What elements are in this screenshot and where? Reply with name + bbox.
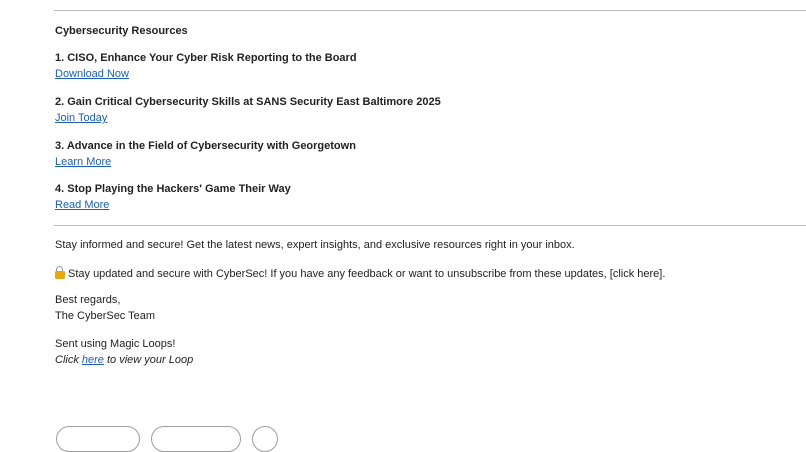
- stay-informed-text: Stay informed and secure! Get the latest…: [55, 239, 575, 251]
- view-loop-link[interactable]: here: [82, 354, 104, 366]
- view-loop-line: Click here to view your Loop: [55, 354, 194, 366]
- resources-heading: Cybersecurity Resources: [55, 25, 188, 37]
- team-signature: The CyberSec Team: [55, 310, 156, 322]
- download-now-link[interactable]: Download Now: [55, 68, 129, 80]
- updates-notice: Stay updated and secure with CyberSec! I…: [55, 266, 665, 281]
- read-more-link[interactable]: Read More: [55, 199, 109, 211]
- section-divider: [54, 225, 806, 226]
- sent-using-text: Sent using Magic Loops!: [55, 338, 176, 350]
- updates-notice-text: Stay updated and secure with CyberSec! I…: [68, 268, 666, 280]
- join-today-link[interactable]: Join Today: [55, 112, 107, 124]
- resource-title-1: 1. CISO, Enhance Your Cyber Risk Reporti…: [55, 52, 357, 64]
- resource-title-3: 3. Advance in the Field of Cybersecurity…: [55, 140, 356, 152]
- resource-title-2: 2. Gain Critical Cybersecurity Skills at…: [55, 96, 441, 108]
- resource-title-4: 4. Stop Playing the Hackers' Game Their …: [55, 183, 291, 195]
- lock-icon: [55, 266, 65, 279]
- top-divider: [54, 10, 806, 11]
- learn-more-link[interactable]: Learn More: [55, 156, 111, 168]
- regards-text: Best regards,: [55, 294, 121, 306]
